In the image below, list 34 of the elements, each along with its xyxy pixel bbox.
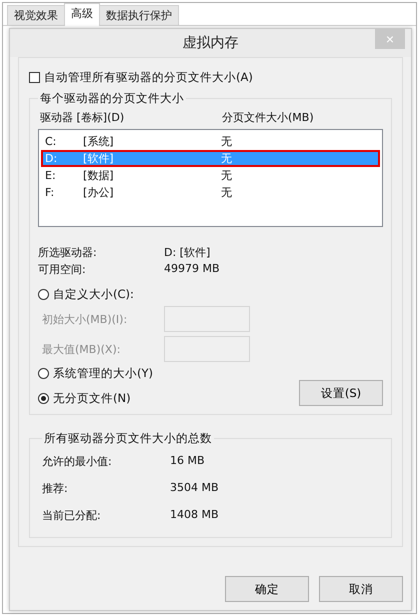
radio-label: 无分页文件(N) <box>53 391 131 406</box>
drive-row[interactable]: E: [数据] 无 <box>41 167 380 184</box>
set-button[interactable]: 设置(S) <box>299 380 383 406</box>
tab[interactable]: 视觉效果 <box>7 5 65 25</box>
radio-button[interactable] <box>38 393 49 404</box>
total-label: 允许的最小值: <box>42 454 113 469</box>
total-value: 16 MB <box>170 454 205 469</box>
dialog-button[interactable]: 取消 <box>319 576 403 602</box>
group-title: 每个驱动器的分页文件大小 <box>39 91 185 106</box>
info-value: D: [软件] <box>164 245 210 260</box>
group-title: 所有驱动器分页文件大小的总数 <box>43 431 213 446</box>
radio-button[interactable] <box>38 368 49 379</box>
field-label: 最大值(MB)(X): <box>42 342 122 356</box>
total-label: 推荐: <box>42 481 69 496</box>
drive-row[interactable]: F: [办公] 无 <box>41 184 380 201</box>
radio-label: 自定义大小(C): <box>53 287 134 302</box>
radio-label: 系统管理的大小(Y) <box>53 366 153 381</box>
tab[interactable]: 高级 <box>64 3 100 26</box>
column-header: 分页文件大小(MB) <box>222 110 314 125</box>
total-value: 1408 MB <box>170 508 219 523</box>
checkbox-label: 自动管理所有驱动器的分页文件大小(A) <box>44 70 253 85</box>
checkbox[interactable] <box>29 72 40 83</box>
dialog-button[interactable]: 确定 <box>225 576 309 602</box>
radio-button[interactable] <box>38 289 49 300</box>
dialog-title: 虚拟内存 <box>182 34 238 52</box>
total-label: 当前已分配: <box>42 508 102 523</box>
column-header: 驱动器 [卷标](D) <box>40 110 126 125</box>
info-value: 49979 MB <box>164 262 220 277</box>
drive-row[interactable]: C: [系统] 无 <box>41 133 380 150</box>
tab[interactable]: 数据执行保护 <box>99 5 179 25</box>
info-label: 所选驱动器: <box>38 245 98 260</box>
field-label: 初始大小(MB)(I): <box>42 312 128 326</box>
info-label: 可用空间: <box>38 262 87 277</box>
total-value: 3504 MB <box>170 481 219 496</box>
